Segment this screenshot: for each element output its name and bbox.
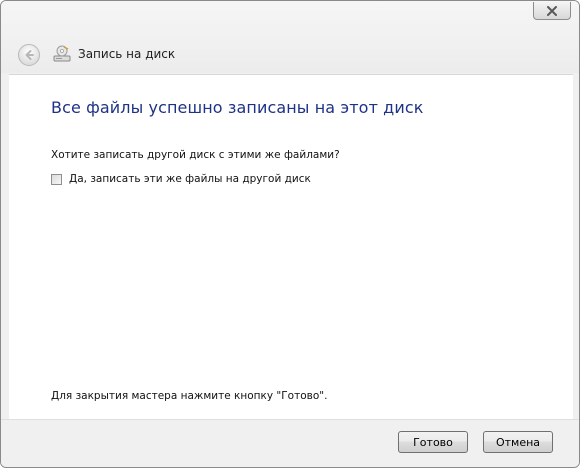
burn-another-disc-checkbox[interactable] bbox=[51, 173, 62, 185]
burn-disc-wizard-window: Запись на диск Все файлы успешно записан… bbox=[0, 0, 580, 468]
window-title: Запись на диск bbox=[78, 47, 176, 61]
disc-burner-icon bbox=[53, 45, 71, 62]
window-frame bbox=[1, 1, 579, 73]
back-button[interactable] bbox=[18, 44, 40, 66]
close-button[interactable] bbox=[533, 2, 571, 20]
burn-another-disc-option[interactable]: Да, записать эти же файлы на другой диск bbox=[51, 173, 311, 185]
close-icon bbox=[547, 5, 557, 16]
cancel-button[interactable]: Отмена bbox=[483, 431, 553, 453]
finish-hint-text: Для закрытия мастера нажмите кнопку "Гот… bbox=[51, 390, 328, 402]
done-button[interactable]: Готово bbox=[398, 431, 468, 453]
back-arrow-icon bbox=[25, 50, 34, 60]
content-panel: Все файлы успешно записаны на этот диск … bbox=[9, 74, 573, 420]
question-text: Хотите записать другой диск с этими же ф… bbox=[51, 149, 340, 161]
burn-another-disc-label[interactable]: Да, записать эти же файлы на другой диск bbox=[69, 173, 311, 185]
button-bar: Готово Отмена bbox=[1, 419, 579, 467]
page-heading: Все файлы успешно записаны на этот диск bbox=[51, 98, 424, 117]
